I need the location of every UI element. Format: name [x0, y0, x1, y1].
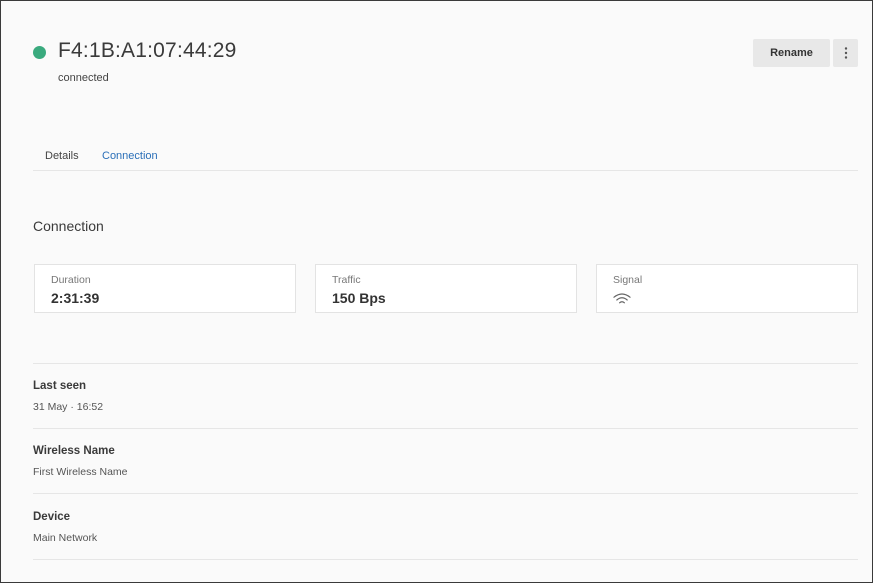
- device-label: Device: [33, 511, 71, 523]
- last-seen-label: Last seen: [33, 380, 87, 392]
- more-options-button[interactable]: [833, 39, 858, 67]
- divider: [33, 363, 858, 364]
- signal-card: Signal: [596, 264, 858, 313]
- device-status-text: connected: [58, 72, 109, 84]
- tab-details[interactable]: Details: [45, 150, 79, 162]
- device-detail-panel: F4:1B:A1:07:44:29 connected Rename Detai…: [0, 0, 873, 583]
- more-vertical-icon: [844, 47, 847, 59]
- duration-card: Duration 2:31:39: [34, 264, 296, 313]
- traffic-label: Traffic: [332, 274, 361, 286]
- wireless-name-value: First Wireless Name: [33, 466, 128, 478]
- tab-connection[interactable]: Connection: [102, 150, 158, 162]
- wifi-signal-icon: [613, 293, 631, 304]
- duration-value: 2:31:39: [51, 290, 100, 306]
- traffic-value: 150 Bps: [332, 290, 386, 306]
- last-seen-value: 31 May · 16:52: [33, 401, 104, 413]
- duration-label: Duration: [51, 274, 91, 286]
- divider: [33, 428, 858, 429]
- device-mac-title: F4:1B:A1:07:44:29: [58, 39, 237, 62]
- divider: [33, 493, 858, 494]
- wireless-name-label: Wireless Name: [33, 445, 115, 457]
- signal-label: Signal: [613, 274, 643, 286]
- rename-button[interactable]: Rename: [753, 39, 830, 67]
- divider: [33, 559, 858, 560]
- section-title: Connection: [33, 218, 104, 234]
- traffic-card: Traffic 150 Bps: [315, 264, 577, 313]
- status-indicator-icon: [33, 46, 46, 59]
- device-value: Main Network: [33, 532, 98, 544]
- tab-bar: Details Connection: [33, 150, 858, 171]
